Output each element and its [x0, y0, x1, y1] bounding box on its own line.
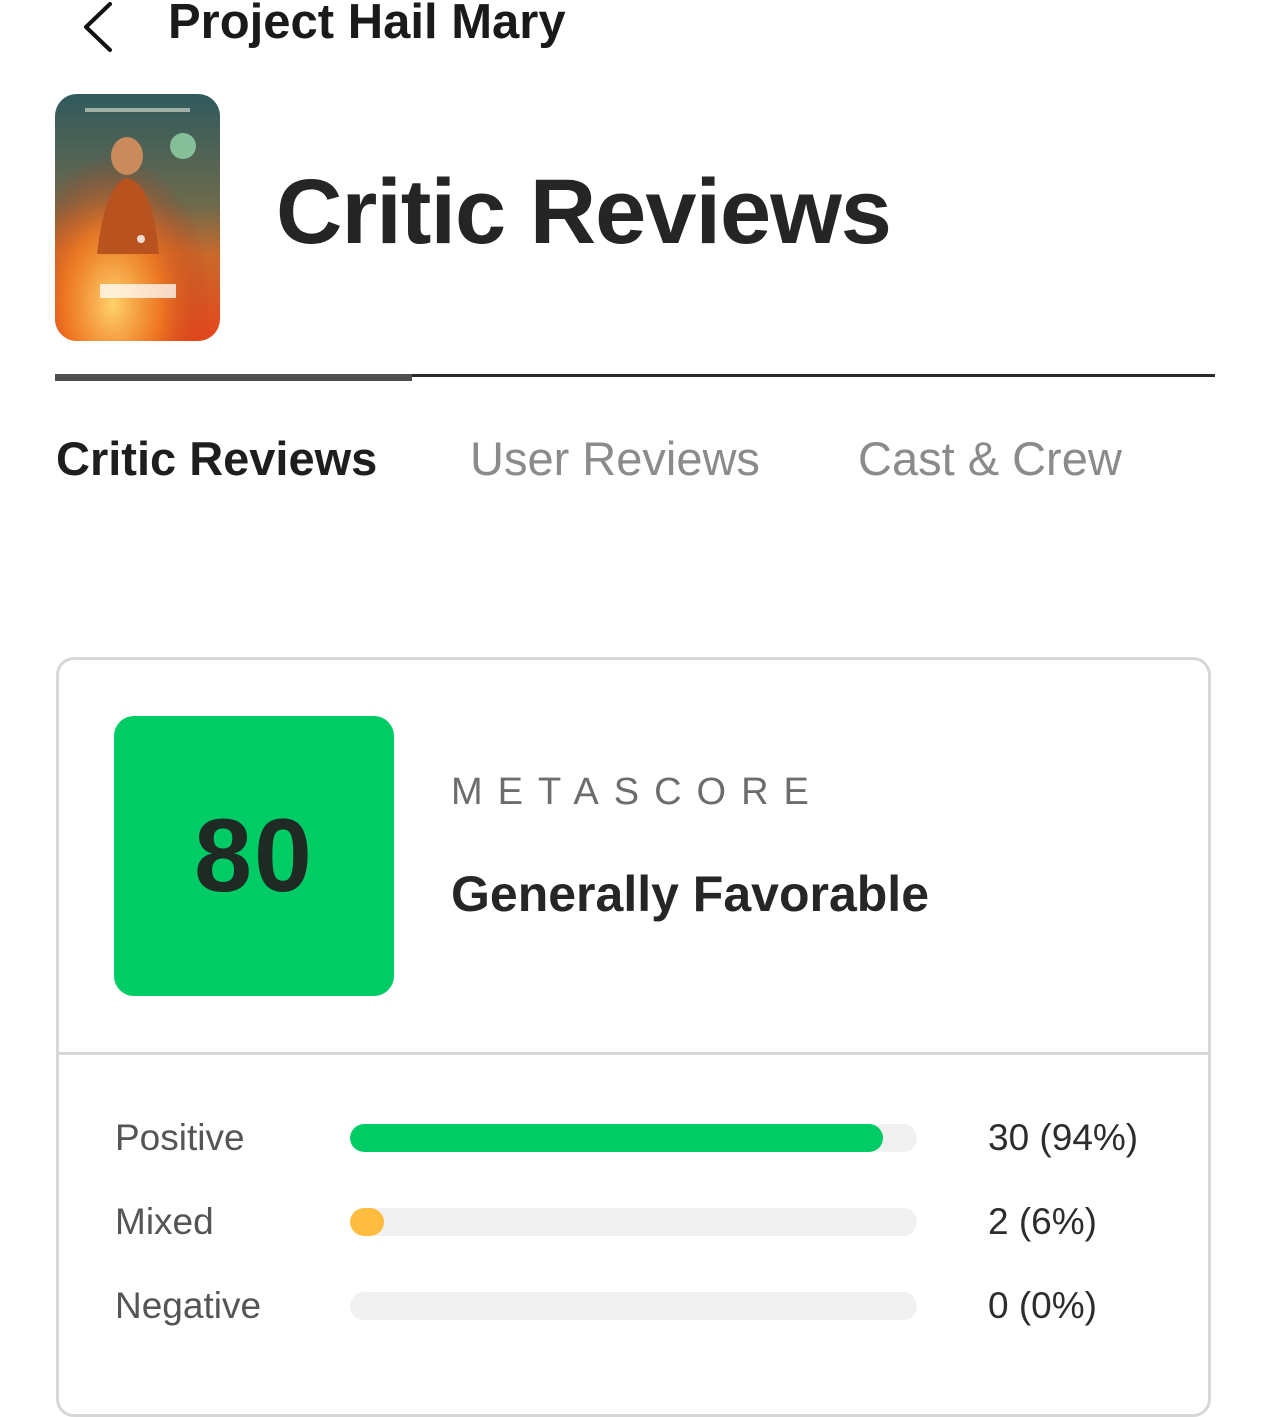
distribution-count: 2 (6%) [988, 1201, 1097, 1242]
distribution-row-positive[interactable]: Positive 30 (94%) [0, 1113, 1270, 1163]
distribution-bar-track [350, 1208, 917, 1236]
distribution-count: 30 (94%) [988, 1117, 1139, 1158]
card-divider [59, 1052, 1211, 1055]
top-bar: Project Hail Mary [0, 0, 1270, 60]
distribution-label: Mixed [115, 1201, 214, 1242]
distribution-label: Positive [115, 1117, 245, 1158]
distribution-bar-track [350, 1124, 917, 1152]
page-title: Critic Reviews [276, 161, 892, 263]
tab-critic-reviews[interactable]: Critic Reviews [56, 428, 377, 490]
tab-user-reviews[interactable]: User Reviews [470, 428, 760, 490]
distribution-count: 0 (0%) [988, 1285, 1097, 1326]
movie-poster[interactable] [55, 94, 220, 341]
metascore-value: 80 [194, 797, 314, 914]
metascore-label: METASCORE [451, 771, 824, 813]
active-tab-indicator [55, 374, 412, 381]
metascore-badge: 80 [114, 716, 394, 996]
distribution-bar-fill [350, 1124, 883, 1152]
movie-title: Project Hail Mary [168, 0, 566, 49]
back-button[interactable] [78, 0, 122, 56]
poster-image [55, 94, 220, 341]
distribution-row-mixed[interactable]: Mixed 2 (6%) [0, 1197, 1270, 1247]
chevron-left-icon [84, 2, 112, 52]
distribution-bar-track [350, 1292, 917, 1320]
tab-cast-crew[interactable]: Cast & Crew [858, 428, 1122, 490]
distribution-row-negative[interactable]: Negative 0 (0%) [0, 1281, 1270, 1331]
distribution-label: Negative [115, 1285, 262, 1326]
metascore-verdict: Generally Favorable [451, 866, 930, 922]
distribution-bar-fill [350, 1208, 385, 1236]
